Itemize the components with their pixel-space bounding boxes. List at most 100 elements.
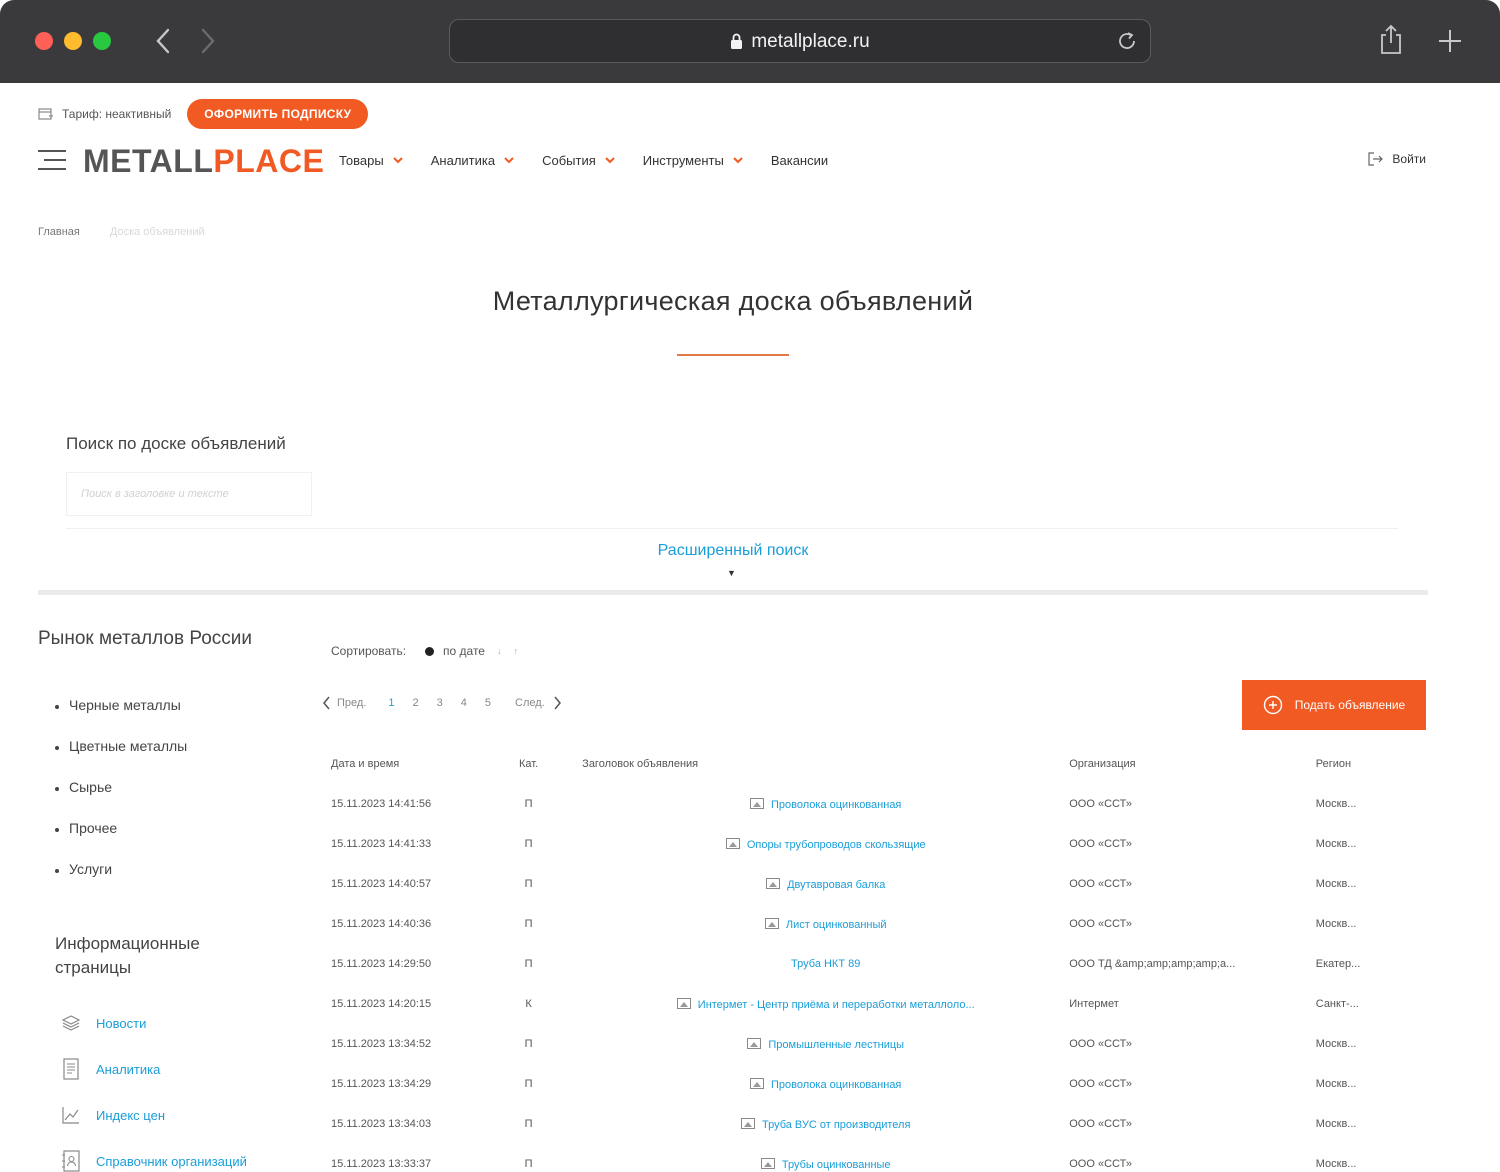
info-link-news[interactable]: Новости	[60, 1000, 247, 1046]
image-icon	[725, 837, 740, 849]
login-link[interactable]: Войти	[1368, 152, 1426, 166]
category-other[interactable]: Прочее	[55, 820, 187, 861]
col-region[interactable]: Регион	[1316, 744, 1401, 784]
lock-icon	[731, 34, 743, 50]
burger-menu-icon[interactable]	[38, 150, 66, 172]
pager-page-2[interactable]: 2	[413, 697, 419, 709]
category-ferrous[interactable]: Черные металлы	[55, 697, 187, 738]
search-label: Поиск по доске объявлений	[66, 434, 286, 453]
ad-title-link[interactable]: Лист оцинкованный	[786, 919, 887, 931]
row-category: К	[525, 998, 532, 1010]
sort-asc-icon[interactable]: ↓	[497, 646, 502, 656]
table-row[interactable]: 15.11.2023 14:29:50 П Труба НКТ 89 ООО ТД &…	[331, 944, 1401, 984]
line-chart-icon	[62, 1107, 79, 1124]
row-date: 15.11.2023 14:29:50	[331, 958, 432, 970]
info-link-price-index[interactable]: Индекс цен	[60, 1092, 247, 1138]
ad-title-link[interactable]: Проволока оцинкованная	[771, 799, 901, 811]
advanced-search-link[interactable]: Расширенный поиск	[0, 542, 1466, 560]
ad-title-link[interactable]: Двутавровая балка	[787, 879, 885, 891]
row-organization: ООО «ССТ»	[1069, 1038, 1132, 1050]
reload-icon[interactable]	[1116, 30, 1138, 52]
chevron-down-icon	[733, 157, 743, 164]
sort-row: Сортировать: по дате ↓ ↑	[331, 644, 518, 658]
sort-radio-date[interactable]	[425, 646, 435, 656]
pager-page-5[interactable]: 5	[485, 697, 491, 709]
site-header: METALLPLACE Товары Аналитика События Инс…	[38, 140, 1428, 184]
pager-page-4[interactable]: 4	[461, 697, 467, 709]
post-ad-button[interactable]: Подать объявление	[1242, 680, 1426, 730]
table-row[interactable]: 15.11.2023 13:33:37 П Трубы оцинкованные ОО…	[331, 1144, 1401, 1172]
new-tab-icon[interactable]	[1436, 27, 1464, 55]
table-row[interactable]: 15.11.2023 14:41:56 П Проволока оцинкованн…	[331, 784, 1401, 824]
table-row[interactable]: 15.11.2023 13:34:29 П Проволока оцинкованн…	[331, 1064, 1401, 1104]
row-region: Москв...	[1315, 1078, 1357, 1090]
table-row[interactable]: 15.11.2023 13:34:52 П Промышленные лестниц…	[331, 1024, 1401, 1064]
row-category: П	[524, 878, 533, 890]
ad-title-link[interactable]: Проволока оцинкованная	[771, 1079, 901, 1091]
breadcrumb-home[interactable]: Главная	[38, 226, 80, 238]
menu-item-vacancies[interactable]: Вакансии	[771, 153, 828, 168]
table-row[interactable]: 15.11.2023 14:40:57 П Двутавровая балка ООО…	[331, 864, 1401, 904]
row-title-cell: Промышленные лестницы	[582, 1024, 1069, 1064]
chevron-down-icon	[605, 157, 615, 164]
info-link-directory[interactable]: Справочник организаций	[60, 1138, 247, 1172]
zoom-window-button[interactable]	[93, 32, 111, 50]
pager-page-1[interactable]: 1	[388, 697, 394, 709]
search-input[interactable]	[66, 472, 312, 516]
triangle-down-icon[interactable]: ▼	[727, 568, 736, 578]
document-icon	[63, 1058, 79, 1080]
pagination: Пред. 1 2 3 4 5 След.	[322, 696, 562, 710]
card-icon	[38, 108, 53, 120]
menu-item-tools[interactable]: Инструменты	[643, 153, 743, 168]
col-org[interactable]: Организация	[1069, 744, 1316, 784]
row-category: П	[524, 1158, 533, 1170]
category-services[interactable]: Услуги	[55, 861, 187, 902]
image-icon	[747, 1037, 762, 1049]
category-nonferrous[interactable]: Цветные металлы	[55, 738, 187, 779]
minimize-window-button[interactable]	[64, 32, 82, 50]
sort-desc-icon[interactable]: ↑	[513, 646, 518, 656]
chevron-left-icon[interactable]	[322, 696, 331, 710]
row-date: 15.11.2023 14:41:33	[331, 838, 432, 850]
table-row[interactable]: 15.11.2023 13:34:03 П Труба ВУС от произво…	[331, 1104, 1401, 1144]
close-window-button[interactable]	[35, 32, 53, 50]
address-bar[interactable]: metallplace.ru	[449, 19, 1151, 63]
ad-title-link[interactable]: Трубы оцинкованные	[782, 1159, 891, 1171]
menu-item-events[interactable]: События	[542, 153, 615, 168]
row-category: П	[524, 918, 533, 930]
pager-next[interactable]: След.	[515, 697, 545, 709]
subscribe-button[interactable]: ОФОРМИТЬ ПОДПИСКУ	[187, 99, 369, 129]
site-logo[interactable]: METALLPLACE	[83, 143, 324, 180]
col-title[interactable]: Заголовок объявления	[582, 744, 1069, 784]
table-row[interactable]: 15.11.2023 14:20:15 К Интермет - Центр при…	[331, 984, 1401, 1024]
row-title-cell: Опоры трубопроводов скользящие	[582, 824, 1069, 864]
table-row[interactable]: 15.11.2023 14:40:36 П Лист оцинкованный ООО…	[331, 904, 1401, 944]
back-button[interactable]	[148, 24, 178, 58]
chevron-right-icon	[201, 28, 215, 54]
menu-item-analytics[interactable]: Аналитика	[431, 153, 514, 168]
row-organization: ООО «ССТ»	[1069, 1118, 1132, 1130]
ad-title-link[interactable]: Интермет - Центр приёма и переработки ме…	[698, 999, 975, 1011]
row-region: Москв...	[1315, 1118, 1357, 1130]
info-link-analytics[interactable]: Аналитика	[60, 1046, 247, 1092]
col-cat[interactable]: Кат.	[519, 744, 582, 784]
pager-prev[interactable]: Пред.	[337, 697, 366, 709]
category-raw[interactable]: Сырье	[55, 779, 187, 820]
ad-title-link[interactable]: Труба ВУС от производителя	[762, 1119, 910, 1131]
chevron-right-icon[interactable]	[553, 696, 562, 710]
ad-title-link[interactable]: Опоры трубопроводов скользящие	[747, 839, 926, 851]
share-icon[interactable]	[1378, 24, 1404, 56]
row-title-cell: Труба ВУС от производителя	[582, 1104, 1069, 1144]
menu-item-goods[interactable]: Товары	[339, 153, 403, 168]
table-header-row: Дата и время Кат. Заголовок объявления О…	[331, 744, 1401, 784]
ad-title-link[interactable]: Промышленные лестницы	[768, 1039, 904, 1051]
tariff-row: Тариф: неактивный ОФОРМИТЬ ПОДПИСКУ	[38, 99, 369, 129]
sort-by-date[interactable]: по дате	[443, 644, 485, 658]
table-row[interactable]: 15.11.2023 14:41:33 П Опоры трубопроводов …	[331, 824, 1401, 864]
forward-button[interactable]	[193, 24, 223, 58]
pager-page-3[interactable]: 3	[437, 697, 443, 709]
breadcrumb: Главная Доска объявлений	[38, 226, 205, 238]
ad-title-link[interactable]: Труба НКТ 89	[791, 958, 860, 970]
row-date: 15.11.2023 13:34:03	[331, 1118, 432, 1130]
col-date[interactable]: Дата и время	[331, 744, 519, 784]
